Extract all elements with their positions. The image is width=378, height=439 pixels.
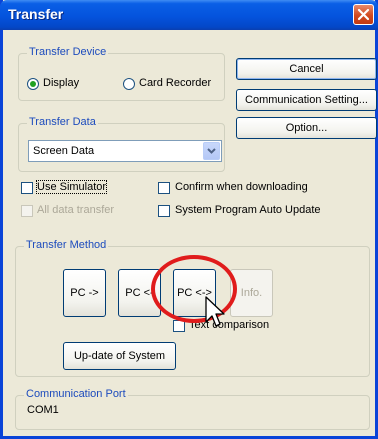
cancel-button-label: Cancel [289, 63, 324, 75]
all-data-transfer-checkbox[interactable] [21, 205, 33, 217]
transfer-method-label: Transfer Method [24, 239, 109, 251]
update-system-button[interactable]: Up-date of System [63, 342, 176, 370]
use-simulator-label[interactable]: Use Simulator [35, 180, 108, 194]
radio-display[interactable] [27, 78, 39, 90]
cancel-button[interactable]: Cancel [236, 58, 377, 80]
close-icon [357, 8, 370, 21]
mouse-cursor-icon [205, 296, 225, 327]
radio-card-recorder[interactable] [123, 78, 135, 90]
transfer-data-dropdown[interactable]: Screen Data [28, 140, 222, 162]
radio-selected-dot [30, 81, 36, 87]
title-bar[interactable]: Transfer [0, 0, 378, 30]
window-title: Transfer [8, 6, 64, 22]
option-button[interactable]: Option... [236, 117, 377, 139]
pc-send-button[interactable]: PC -> [63, 269, 106, 317]
option-button-label: Option... [285, 122, 328, 134]
pc-receive-label: PC <- [125, 287, 154, 299]
communication-setting-button[interactable]: Communication Setting... [236, 89, 377, 111]
dropdown-arrow-button[interactable] [203, 142, 220, 160]
system-program-auto-update-label[interactable]: System Program Auto Update [175, 204, 321, 216]
communication-setting-label: Communication Setting... [245, 94, 368, 106]
communication-port-label: Communication Port [24, 388, 128, 400]
use-simulator-checkbox[interactable] [21, 182, 33, 194]
communication-port-group: Communication Port [15, 388, 370, 430]
transfer-data-selected: Screen Data [33, 145, 95, 157]
transfer-device-label: Transfer Device [27, 46, 109, 58]
communication-port-value: COM1 [27, 404, 59, 416]
confirm-when-downloading-label[interactable]: Confirm when downloading [175, 181, 308, 193]
dropdown-arrow-icon [207, 148, 216, 154]
radio-display-label[interactable]: Display [43, 77, 79, 89]
transfer-dialog: Transfer Transfer Device Display Card Re… [0, 0, 378, 439]
info-button-label: Info. [240, 287, 263, 299]
transfer-data-label: Transfer Data [27, 116, 98, 128]
pc-send-label: PC -> [70, 287, 99, 299]
confirm-when-downloading-checkbox[interactable] [158, 182, 170, 194]
close-button[interactable] [353, 4, 374, 25]
update-system-label: Up-date of System [73, 350, 166, 362]
all-data-transfer-label[interactable]: All data transfer [37, 204, 114, 216]
system-program-auto-update-checkbox[interactable] [158, 205, 170, 217]
radio-card-recorder-label[interactable]: Card Recorder [139, 77, 211, 89]
